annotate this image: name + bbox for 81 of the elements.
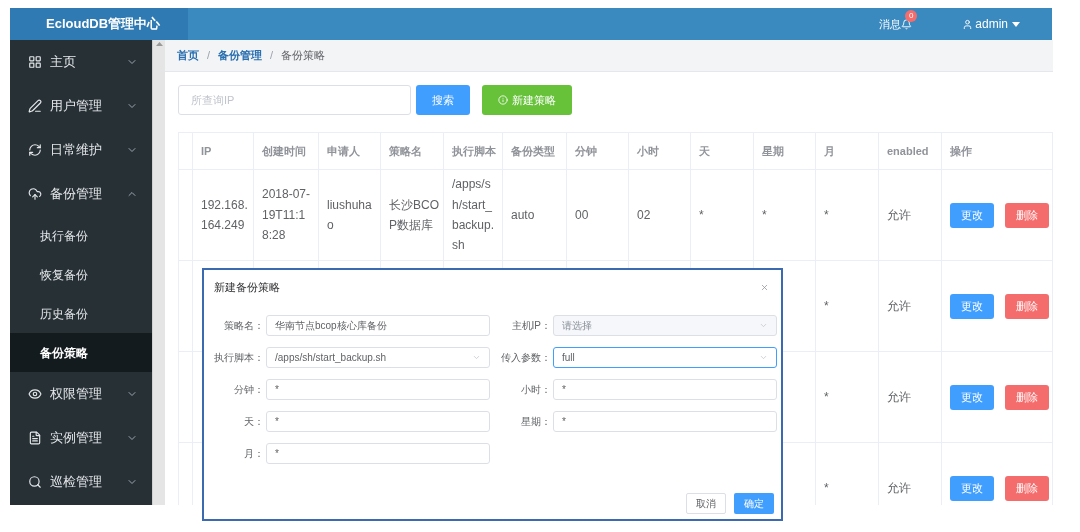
field-label: 策略名：	[223, 318, 265, 333]
sidebar-item[interactable]: 实例管理	[10, 416, 152, 460]
table-cell: *	[690, 169, 754, 261]
column-header: 操作	[941, 132, 1053, 170]
column-header: 执行脚本	[443, 132, 503, 170]
table-cell: 长沙BCOP数据库	[380, 169, 444, 261]
sidebar-subitem[interactable]: 历史备份	[10, 294, 152, 333]
field-label: 星期：	[520, 414, 552, 429]
select-field[interactable]: /apps/sh/start_backup.sh	[266, 346, 490, 368]
field-label: 月：	[243, 446, 265, 461]
caret-down-icon	[1012, 21, 1020, 27]
select-field[interactable]: full	[553, 346, 777, 368]
sidebar-subitem[interactable]: 备份策略	[10, 333, 152, 372]
table-cell: 192.168.164.249	[192, 169, 254, 261]
breadcrumb-link[interactable]: 首页	[177, 47, 199, 64]
column-header: 小时	[628, 132, 691, 170]
user-menu[interactable]: admin	[962, 15, 1020, 33]
field-label: 分钟：	[233, 382, 265, 397]
sidebar-item[interactable]: 权限管理	[10, 372, 152, 416]
column-header: 分钟	[566, 132, 629, 170]
input-field[interactable]: *	[553, 378, 777, 400]
info-icon	[498, 95, 508, 105]
sidebar-item[interactable]: 用户管理	[10, 84, 152, 128]
column-header: enabled	[878, 132, 942, 170]
breadcrumb-separator: /	[207, 48, 211, 64]
refresh-icon	[28, 143, 42, 157]
table-cell: *	[815, 169, 879, 261]
sidebar-item[interactable]: 主页	[10, 40, 152, 84]
sidebar-item[interactable]: 备份管理	[10, 172, 152, 216]
user-icon	[962, 18, 974, 30]
sidebar-item[interactable]: 日常维护	[10, 128, 152, 172]
eye-icon	[28, 387, 42, 401]
table-cell: 2018-07-19T11:18:28	[253, 169, 319, 261]
input-field[interactable]: *	[553, 410, 777, 432]
column-header: 申请人	[318, 132, 381, 170]
table-cell: *	[753, 169, 816, 261]
scroll-up-icon	[155, 42, 163, 46]
dialog-title: 新建备份策略	[214, 280, 280, 295]
app-title: EcloudDB管理中心	[10, 8, 188, 40]
table-cell: auto	[502, 169, 567, 261]
table-cell: 允许	[878, 169, 942, 261]
input-field[interactable]: 华南节点bcop核心库备份	[266, 314, 490, 336]
table-cell: 允许	[878, 260, 942, 352]
messages-link[interactable]: 消息	[879, 15, 902, 33]
document-icon	[28, 431, 42, 445]
sidebar-subitem[interactable]: 执行备份	[10, 216, 152, 255]
field-label: 执行脚本：	[213, 350, 265, 365]
table-cell: *	[815, 260, 879, 352]
column-header: 策略名	[380, 132, 444, 170]
scrollbar[interactable]	[152, 40, 165, 505]
breadcrumb-separator: /	[270, 48, 274, 64]
sidebar-item[interactable]: 巡检管理	[10, 460, 152, 504]
table-cell: /apps/sh/start_backup.sh	[443, 169, 503, 261]
field-label: 主机IP：	[510, 318, 552, 333]
column-header: 备份类型	[502, 132, 567, 170]
column-header: IP	[192, 132, 254, 170]
input-field[interactable]: *	[266, 442, 490, 464]
sidebar-subitem[interactable]: 恢复备份	[10, 255, 152, 294]
pen-icon	[28, 99, 42, 113]
table-cell: 02	[628, 169, 691, 261]
close-icon[interactable]	[760, 282, 769, 292]
cancel-button[interactable]: 取消	[686, 493, 726, 514]
bell-icon	[901, 18, 913, 30]
grid-icon	[28, 55, 42, 69]
field-label: 天：	[243, 414, 265, 429]
notification-badge: 0	[905, 9, 918, 22]
column-header: 星期	[753, 132, 816, 170]
input-field[interactable]: *	[266, 378, 490, 400]
input-field[interactable]: *	[266, 410, 490, 432]
table-cell: 00	[566, 169, 629, 261]
column-header: 月	[815, 132, 879, 170]
breadcrumb-link[interactable]: 备份管理	[218, 47, 263, 64]
search-icon	[28, 475, 42, 489]
column-header: 创建时间	[253, 132, 319, 170]
table-cell: liushuhao	[318, 169, 381, 261]
field-label: 传入参数：	[500, 350, 552, 365]
table-cell: 允许	[878, 351, 942, 443]
column-header: 天	[690, 132, 754, 170]
table-cell: *	[815, 351, 879, 443]
field-label: 小时：	[520, 382, 552, 397]
cloud-icon	[28, 187, 42, 201]
